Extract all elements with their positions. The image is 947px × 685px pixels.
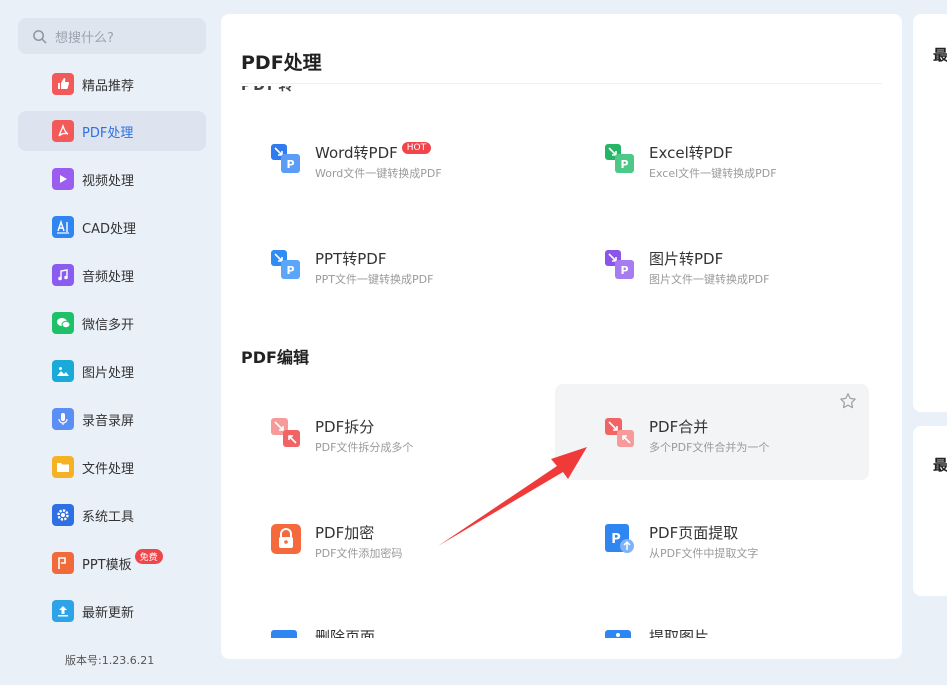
play-icon [52,168,74,190]
svg-text:P: P [286,264,294,277]
tool-pdf-encrypt[interactable]: PDF加密 PDF文件添加密码 [221,490,535,586]
tool-name: PPT转PDF [315,250,387,268]
delete-page-icon [271,630,297,638]
tool-desc: 图片文件一键转换成PDF [649,273,770,286]
free-badge: 免费 [134,548,163,564]
right-panel-title: 最 [933,456,947,474]
svg-text:P: P [620,264,628,277]
sidebar-item-label: 精品推荐 [82,78,135,94]
right-panel-title: 最 [933,46,947,64]
music-icon [52,264,74,286]
image-to-pdf-icon: P [605,250,634,279]
search-icon [33,29,47,43]
search-input[interactable]: 想搜什么? [18,18,206,54]
tool-desc: PDF文件添加密码 [315,547,403,560]
microphone-icon [52,408,74,430]
page-title: PDF处理 [241,52,322,74]
ppt-to-pdf-icon: P [271,250,300,279]
sidebar-item-label: CAD处理 [82,221,136,237]
svg-text:P: P [286,158,294,171]
sidebar-item-updates[interactable]: 最新更新 [18,591,206,631]
sidebar-item-record[interactable]: 录音录屏 [18,399,206,439]
tool-extract-image[interactable]: 提取图片 [555,626,869,638]
search-placeholder: 想搜什么? [55,30,114,46]
tool-name: PDF加密 [315,524,375,542]
section-title-edit: PDF编辑 [241,348,309,367]
image-icon [52,360,74,382]
tool-desc: PDF文件拆分成多个 [315,441,414,454]
page-extract-icon: P [605,524,634,553]
sidebar-item-label: 微信多开 [82,317,135,333]
tool-delete-page[interactable]: 删除页面 [221,626,535,638]
tool-excel-to-pdf[interactable]: P Excel转PDF Excel文件一键转换成PDF [555,110,869,206]
sidebar-item-label: 系统工具 [82,509,135,525]
divider [241,83,882,84]
sidebar-item-label: 图片处理 [82,365,135,381]
right-panel-top: 最 [913,14,947,412]
sidebar-item-video[interactable]: 视频处理 [18,159,206,199]
tool-name: Excel转PDF [649,144,733,162]
tool-name: PDF合并 [649,418,709,436]
tool-name: Word转PDF HOT [315,142,432,163]
sidebar-item-audio[interactable]: 音频处理 [18,255,206,295]
svg-text:P: P [611,532,621,547]
sidebar-item-label: 录音录屏 [82,413,135,429]
sidebar-item-file[interactable]: 文件处理 [18,447,206,487]
tool-pdf-merge[interactable]: PDF合并 多个PDF文件合并为一个 [555,384,869,480]
pdf-merge-icon [605,418,634,447]
tool-name: 提取图片 [649,628,710,638]
tool-ppt-to-pdf[interactable]: P PPT转PDF PPT文件一键转换成PDF [221,216,535,312]
tool-name-text: Word转PDF [315,144,398,162]
cad-icon [52,216,74,238]
sidebar-item-label: 音频处理 [82,269,135,285]
tool-name: PDF拆分 [315,418,375,436]
lock-icon [271,524,301,554]
sidebar: 想搜什么? 精品推荐 PDF处理 视频处理 CAD处理 音频处理 微信多开 图片… [0,0,218,685]
upload-icon [52,600,74,622]
tool-desc: Excel文件一键转换成PDF [649,167,777,180]
tool-name: 删除页面 [315,628,376,638]
sidebar-item-label: PDF处理 [82,125,134,141]
sidebar-item-label: 视频处理 [82,173,135,189]
tool-desc: PPT文件一键转换成PDF [315,273,434,286]
tool-pdf-page-extract[interactable]: P PDF页面提取 从PDF文件中提取文字 [555,490,869,586]
excel-to-pdf-icon: P [605,144,634,173]
ppt-icon [52,552,74,574]
tool-desc: 从PDF文件中提取文字 [649,547,759,560]
sidebar-item-ppt[interactable]: PPT模板 免费 [18,543,206,583]
tool-image-to-pdf[interactable]: P 图片转PDF 图片文件一键转换成PDF [555,216,869,312]
tool-word-to-pdf[interactable]: P Word转PDF HOT Word文件一键转换成PDF [221,110,535,206]
sidebar-item-pdf[interactable]: PDF处理 [18,111,206,151]
gear-icon [52,504,74,526]
tool-pdf-split[interactable]: PDF拆分 PDF文件拆分成多个 [221,384,535,480]
word-to-pdf-icon: P [271,144,300,173]
main-panel: PDF处理 PDF转 P Word转PDF HOT Word文件一键转换成PDF … [221,14,902,659]
wechat-icon [52,312,74,334]
tool-name: PDF页面提取 [649,524,739,542]
version-label: 版本号:1.23.6.21 [65,654,155,667]
sidebar-item-label: 文件处理 [82,461,135,477]
tool-desc: Word文件一键转换成PDF [315,167,442,180]
tool-name: 图片转PDF [649,250,724,268]
sidebar-item-label: 最新更新 [82,605,135,621]
sidebar-item-cad[interactable]: CAD处理 [18,207,206,247]
hot-badge: HOT [401,142,432,154]
sidebar-item-wechat[interactable]: 微信多开 [18,303,206,343]
section-title-cut-text: PDF转 [241,86,295,94]
pdf-icon [52,120,74,142]
extract-image-icon [605,630,631,638]
section-title-cut: PDF转 [241,86,295,96]
sidebar-item-system[interactable]: 系统工具 [18,495,206,535]
sidebar-item-label: PPT模板 [82,557,132,573]
thumbs-up-icon [52,73,74,95]
tool-desc: 多个PDF文件合并为一个 [649,441,770,454]
sidebar-item-image[interactable]: 图片处理 [18,351,206,391]
right-panel-bottom: 最 [913,426,947,596]
sidebar-item-recommended[interactable]: 精品推荐 [18,64,206,104]
svg-text:P: P [620,158,628,171]
folder-icon [52,456,74,478]
pdf-split-icon [271,418,300,447]
favorite-star-icon[interactable] [839,392,857,410]
